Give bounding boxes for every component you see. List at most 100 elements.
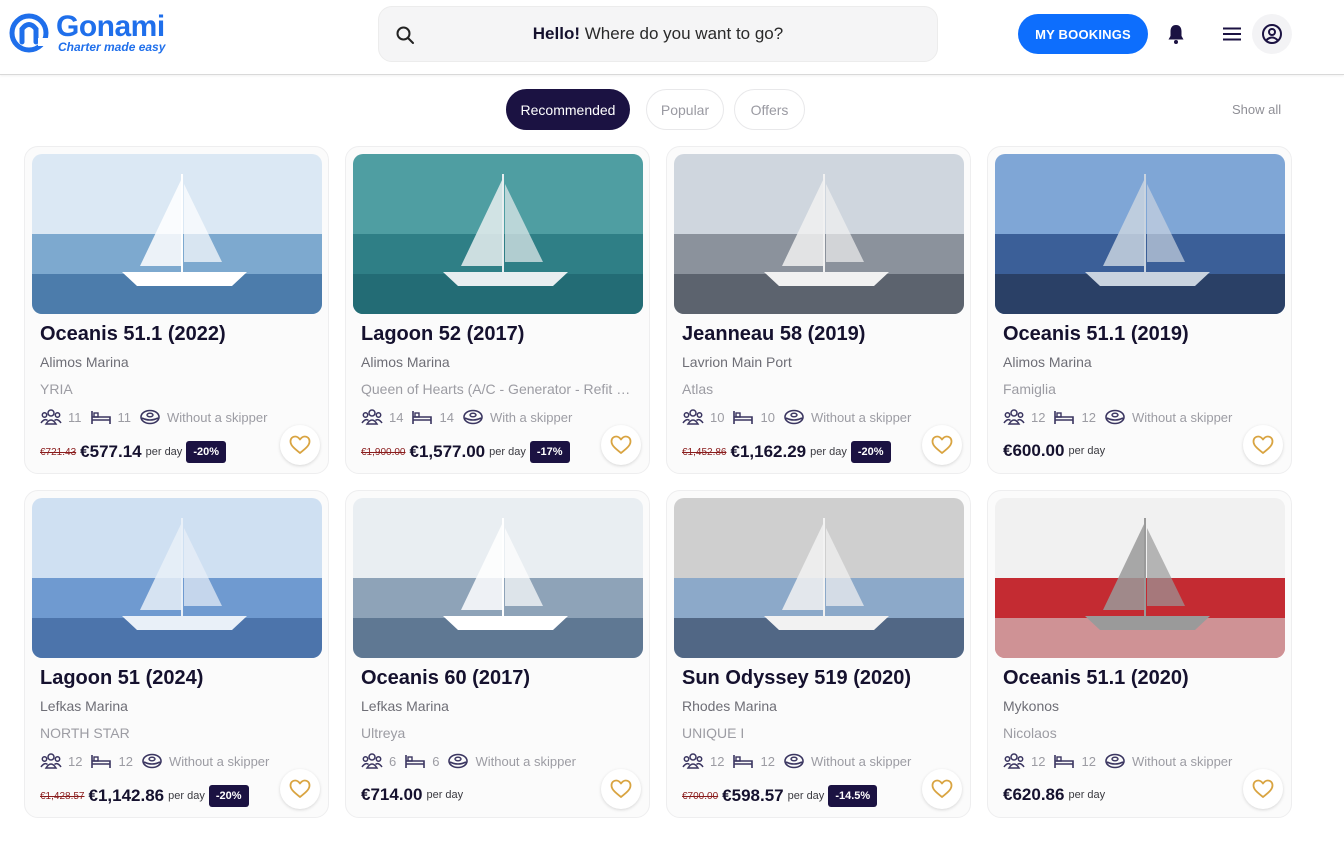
yacht-card[interactable]: Sun Odyssey 519 (2020) Rhodes Marina UNI… bbox=[666, 490, 971, 818]
yacht-specs: 12 12 Without a skipper bbox=[1003, 752, 1232, 770]
account-button[interactable] bbox=[1252, 14, 1292, 54]
tab-offers[interactable]: Offers bbox=[734, 89, 805, 130]
heart-icon bbox=[289, 779, 311, 798]
yacht-boat-name: Nicolaos bbox=[1003, 725, 1057, 741]
yacht-photo-image bbox=[674, 154, 964, 314]
yacht-title[interactable]: Jeanneau 58 (2019) bbox=[682, 323, 865, 346]
yacht-marina: Alimos Marina bbox=[40, 354, 129, 370]
gonami-logo-icon bbox=[9, 13, 49, 53]
yacht-card[interactable]: Oceanis 60 (2017) Lefkas Marina Ultreya … bbox=[345, 490, 650, 818]
guests-count: 10 bbox=[710, 409, 725, 425]
search-greeting: Hello! bbox=[532, 24, 581, 43]
old-price: €1,452.86 bbox=[682, 446, 727, 458]
my-bookings-button[interactable]: MY BOOKINGS bbox=[1018, 14, 1148, 54]
guests-count: 12 bbox=[68, 753, 83, 769]
yacht-photo[interactable] bbox=[32, 154, 322, 314]
brand-logo[interactable]: Gonami Charter made easy bbox=[8, 11, 166, 54]
yacht-card[interactable]: Oceanis 51.1 (2019) Alimos Marina Famigl… bbox=[987, 146, 1292, 474]
cabins-count: 10 bbox=[760, 409, 775, 425]
skipper-option: Without a skipper bbox=[167, 409, 268, 425]
hamburger-menu-icon[interactable] bbox=[1220, 22, 1244, 46]
cabins-count: 12 bbox=[118, 753, 133, 769]
yacht-photo[interactable] bbox=[674, 154, 964, 314]
yacht-photo[interactable] bbox=[995, 154, 1285, 314]
favorite-button[interactable] bbox=[601, 425, 641, 465]
yacht-specs: 6 6 Without a skipper bbox=[361, 752, 576, 770]
favorite-button[interactable] bbox=[1243, 769, 1283, 809]
search-icon bbox=[396, 26, 414, 44]
yacht-photo[interactable] bbox=[353, 498, 643, 658]
yacht-boat-name: Atlas bbox=[682, 381, 714, 397]
heart-icon bbox=[610, 779, 632, 798]
yacht-title[interactable]: Oceanis 51.1 (2019) bbox=[1003, 323, 1189, 346]
yacht-photo-image bbox=[353, 498, 643, 658]
search-bar[interactable]: Hello! Where do you want to go? bbox=[378, 6, 938, 62]
guests-icon bbox=[40, 753, 62, 769]
yacht-title[interactable]: Oceanis 51.1 (2022) bbox=[40, 323, 226, 346]
per-day-label: per day bbox=[489, 446, 526, 458]
favorite-button[interactable] bbox=[280, 769, 320, 809]
yacht-marina: Lavrion Main Port bbox=[682, 354, 792, 370]
skipper-option: Without a skipper bbox=[168, 753, 270, 769]
skipper-option: Without a skipper bbox=[1131, 409, 1233, 425]
favorite-button[interactable] bbox=[280, 425, 320, 465]
heart-icon bbox=[931, 435, 953, 454]
old-price: €1,428.57 bbox=[40, 790, 85, 802]
discount-badge: -20% bbox=[850, 441, 891, 463]
bed-icon bbox=[1054, 411, 1075, 424]
bell-icon[interactable] bbox=[1164, 22, 1188, 46]
yacht-photo[interactable] bbox=[32, 498, 322, 658]
yacht-photo[interactable] bbox=[674, 498, 964, 658]
current-price: €1,142.86 bbox=[88, 786, 165, 805]
yacht-title[interactable]: Lagoon 51 (2024) bbox=[40, 667, 203, 690]
heart-icon bbox=[1252, 435, 1274, 454]
yacht-marina: Rhodes Marina bbox=[682, 698, 777, 714]
yacht-card[interactable]: Jeanneau 58 (2019) Lavrion Main Port Atl… bbox=[666, 146, 971, 474]
discount-badge: -14.5% bbox=[828, 785, 878, 807]
yacht-boat-name: Queen of Hearts (A/C - Generator - Refit… bbox=[361, 381, 636, 397]
guests-count: 11 bbox=[68, 409, 82, 425]
favorite-button[interactable] bbox=[922, 425, 962, 465]
yacht-photo-image bbox=[32, 154, 322, 314]
tab-popular[interactable]: Popular bbox=[646, 89, 724, 130]
yacht-card[interactable]: Oceanis 51.1 (2022) Alimos Marina YRIA 1… bbox=[24, 146, 329, 474]
per-day-label: per day bbox=[1068, 789, 1106, 801]
yacht-photo[interactable] bbox=[995, 498, 1285, 658]
current-price: €577.14 bbox=[80, 442, 142, 461]
yacht-card[interactable]: Oceanis 51.1 (2020) Mykonos Nicolaos 12 … bbox=[987, 490, 1292, 818]
show-all-link[interactable]: Show all bbox=[1232, 102, 1281, 117]
yacht-title[interactable]: Lagoon 52 (2017) bbox=[361, 323, 524, 346]
old-price: €1,900.00 bbox=[361, 446, 406, 458]
current-price: €600.00 bbox=[1003, 441, 1065, 460]
tab-recommended[interactable]: Recommended bbox=[506, 89, 630, 130]
discount-badge: -20% bbox=[186, 441, 226, 463]
category-tabs: Recommended Popular Offers bbox=[506, 89, 805, 130]
yacht-specs: 14 14 With a skipper bbox=[361, 408, 572, 426]
yacht-marina: Alimos Marina bbox=[361, 354, 450, 370]
favorite-button[interactable] bbox=[601, 769, 641, 809]
yacht-photo[interactable] bbox=[353, 154, 643, 314]
heart-icon bbox=[289, 435, 311, 454]
favorite-button[interactable] bbox=[1243, 425, 1283, 465]
favorite-button[interactable] bbox=[922, 769, 962, 809]
price-row: €721.43 €577.14 per day -20% bbox=[40, 441, 226, 463]
skipper-option: Without a skipper bbox=[1131, 753, 1233, 769]
guests-count: 12 bbox=[1031, 753, 1046, 769]
brand-tagline: Charter made easy bbox=[58, 39, 166, 54]
skipper-hat-icon bbox=[140, 409, 160, 425]
per-day-label: per day bbox=[168, 790, 205, 802]
price-row: €1,900.00 €1,577.00 per day -17% bbox=[361, 441, 570, 463]
skipper-hat-icon bbox=[1105, 753, 1125, 769]
yacht-marina: Lefkas Marina bbox=[40, 698, 128, 714]
yacht-card[interactable]: Lagoon 52 (2017) Alimos Marina Queen of … bbox=[345, 146, 650, 474]
yacht-title[interactable]: Oceanis 60 (2017) bbox=[361, 667, 530, 690]
yacht-title[interactable]: Sun Odyssey 519 (2020) bbox=[682, 667, 911, 690]
yacht-card[interactable]: Lagoon 51 (2024) Lefkas Marina NORTH STA… bbox=[24, 490, 329, 818]
bed-icon bbox=[90, 411, 111, 424]
cabins-count: 6 bbox=[432, 753, 440, 769]
skipper-hat-icon bbox=[448, 753, 469, 769]
price-row: €714.00 per day bbox=[361, 785, 467, 805]
yacht-title[interactable]: Oceanis 51.1 (2020) bbox=[1003, 667, 1189, 690]
skipper-hat-icon bbox=[784, 753, 804, 769]
yacht-specs: 12 12 Without a skipper bbox=[682, 752, 911, 770]
